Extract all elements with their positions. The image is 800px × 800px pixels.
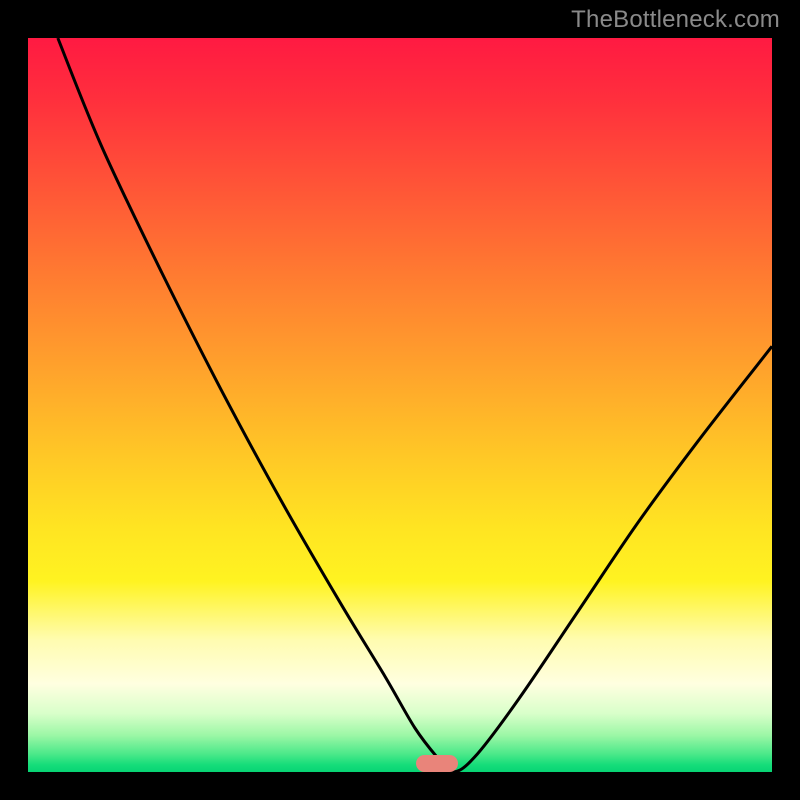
- chart-frame: TheBottleneck.com: [0, 0, 800, 800]
- plot-area: [28, 38, 772, 772]
- watermark-text: TheBottleneck.com: [571, 6, 780, 34]
- curve-path: [58, 38, 772, 772]
- minimum-marker: [416, 755, 458, 772]
- bottleneck-curve: [28, 38, 772, 772]
